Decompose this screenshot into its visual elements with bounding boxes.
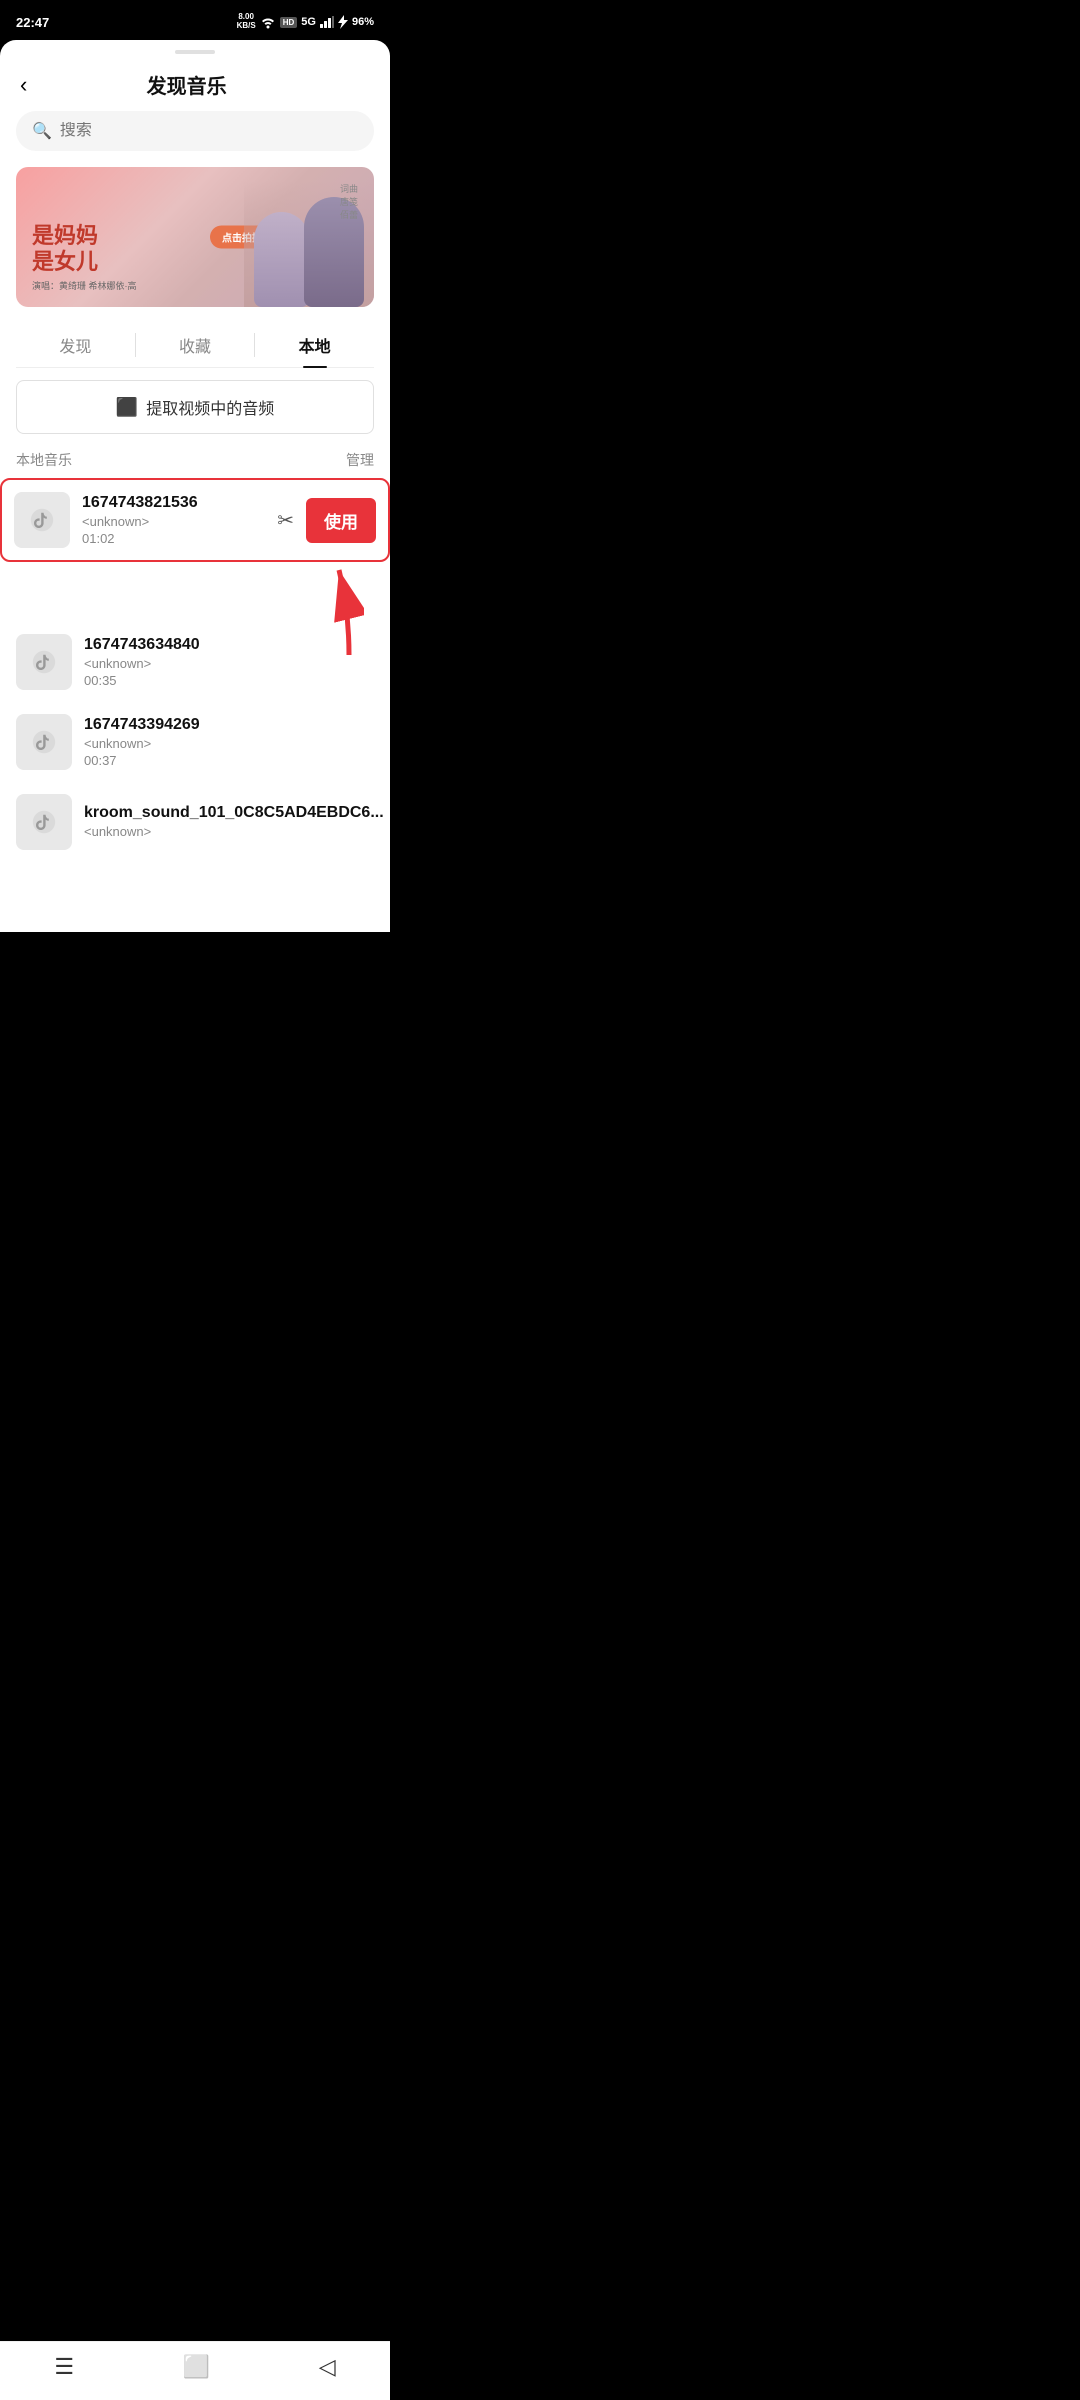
extract-icon: ⬛ [116, 397, 138, 418]
extract-label: 提取视频中的音频 [146, 395, 274, 419]
signal-bars [320, 16, 334, 28]
section-header: 本地音乐 管理 [0, 450, 390, 478]
tiktok-icon-2 [28, 646, 60, 678]
back-button[interactable]: ‹ [20, 74, 27, 96]
signal-5g: 5G [301, 16, 316, 28]
tiktok-icon-1 [26, 504, 58, 536]
extract-audio-button[interactable]: ⬛ 提取视频中的音频 [16, 380, 374, 434]
banner-song-info-1: 词曲 [340, 184, 358, 194]
status-time: 22:47 [16, 15, 49, 30]
music-info-3: 1674743394269 <unknown> 00:37 [84, 716, 374, 768]
cut-icon-1[interactable]: ✂ [277, 508, 294, 533]
thumbnail-1 [14, 492, 70, 548]
home-icon[interactable]: ⬜ [183, 2354, 210, 2380]
battery-percent: 96% [352, 16, 374, 28]
music-title-3: 1674743394269 [84, 716, 374, 734]
menu-icon[interactable]: ☰ [54, 2354, 74, 2380]
music-actions-1: ✂ 使用 [277, 498, 376, 543]
tab-bar: 发现 收藏 本地 [16, 323, 374, 368]
banner[interactable]: 词曲 唐笺 佰蕾 是妈妈 是女儿 演唱：黄绮珊 希林娜依·高 点击拍摄 [16, 167, 374, 307]
status-bar: 22:47 8.00 KB/S HD 5G 96% [0, 0, 390, 40]
bottom-nav: ☰ ⬜ ◁ [0, 2341, 390, 2400]
thumbnail-4 [16, 794, 72, 850]
search-icon: 🔍 [32, 121, 52, 141]
music-info-1: 1674743821536 <unknown> 01:02 [82, 494, 265, 546]
music-info-4: kroom_sound_101_0C8C5AD4EBDC6... <unknow… [84, 804, 374, 841]
music-title-4: kroom_sound_101_0C8C5AD4EBDC6... [84, 804, 374, 822]
music-duration-1: 01:02 [82, 531, 265, 546]
speed-indicator: 8.00 KB/S [237, 13, 256, 31]
tab-discover[interactable]: 发现 [16, 323, 135, 367]
search-bar[interactable]: 🔍 [16, 111, 374, 151]
red-arrow-icon [284, 560, 364, 660]
bottom-spacer [0, 862, 390, 932]
thumbnail-2 [16, 634, 72, 690]
music-duration-2: 00:35 [84, 673, 374, 688]
music-artist-3: <unknown> [84, 736, 374, 751]
hd-badge: HD [280, 17, 298, 28]
status-right: 8.00 KB/S HD 5G 96% [237, 13, 374, 31]
music-item-4[interactable]: kroom_sound_101_0C8C5AD4EBDC6... <unknow… [16, 782, 374, 862]
tab-favorites[interactable]: 收藏 [136, 323, 255, 367]
banner-title-line2: 是女儿 [32, 249, 358, 275]
banner-subtitle: 演唱：黄绮珊 希林娜依·高 [32, 279, 358, 292]
banner-song-info-2: 唐笺 [340, 197, 358, 207]
music-duration-3: 00:37 [84, 753, 374, 768]
music-item-3[interactable]: 1674743394269 <unknown> 00:37 [16, 702, 374, 782]
charging-icon [338, 15, 348, 29]
section-title: 本地音乐 [16, 450, 72, 470]
manage-button[interactable]: 管理 [346, 450, 374, 470]
page-title: 发现音乐 [27, 70, 346, 99]
music-list: 1674743821536 <unknown> 01:02 ✂ 使用 [0, 478, 390, 862]
back-nav-icon[interactable]: ◁ [319, 2354, 336, 2380]
use-button-1[interactable]: 使用 [306, 498, 376, 543]
thumbnail-3 [16, 714, 72, 770]
page-header: ‹ 发现音乐 [0, 54, 390, 111]
music-title-1: 1674743821536 [82, 494, 265, 512]
banner-song-info-3: 佰蕾 [340, 210, 358, 220]
banner-text: 词曲 唐笺 佰蕾 是妈妈 是女儿 演唱：黄绮珊 希林娜依·高 [16, 167, 374, 307]
music-artist-1: <unknown> [82, 514, 265, 529]
tab-local[interactable]: 本地 [255, 323, 374, 367]
tiktok-icon-3 [28, 726, 60, 758]
wifi-icon [260, 15, 276, 29]
search-input[interactable] [60, 122, 358, 140]
music-artist-4: <unknown> [84, 824, 374, 839]
tiktok-icon-4 [28, 806, 60, 838]
sheet-container: ‹ 发现音乐 🔍 词曲 唐笺 佰蕾 是妈妈 是女儿 演唱：黄绮珊 希林娜依·高 … [0, 40, 390, 932]
music-item-1[interactable]: 1674743821536 <unknown> 01:02 ✂ 使用 [0, 478, 390, 562]
banner-title-line1: 是妈妈 [32, 223, 358, 249]
